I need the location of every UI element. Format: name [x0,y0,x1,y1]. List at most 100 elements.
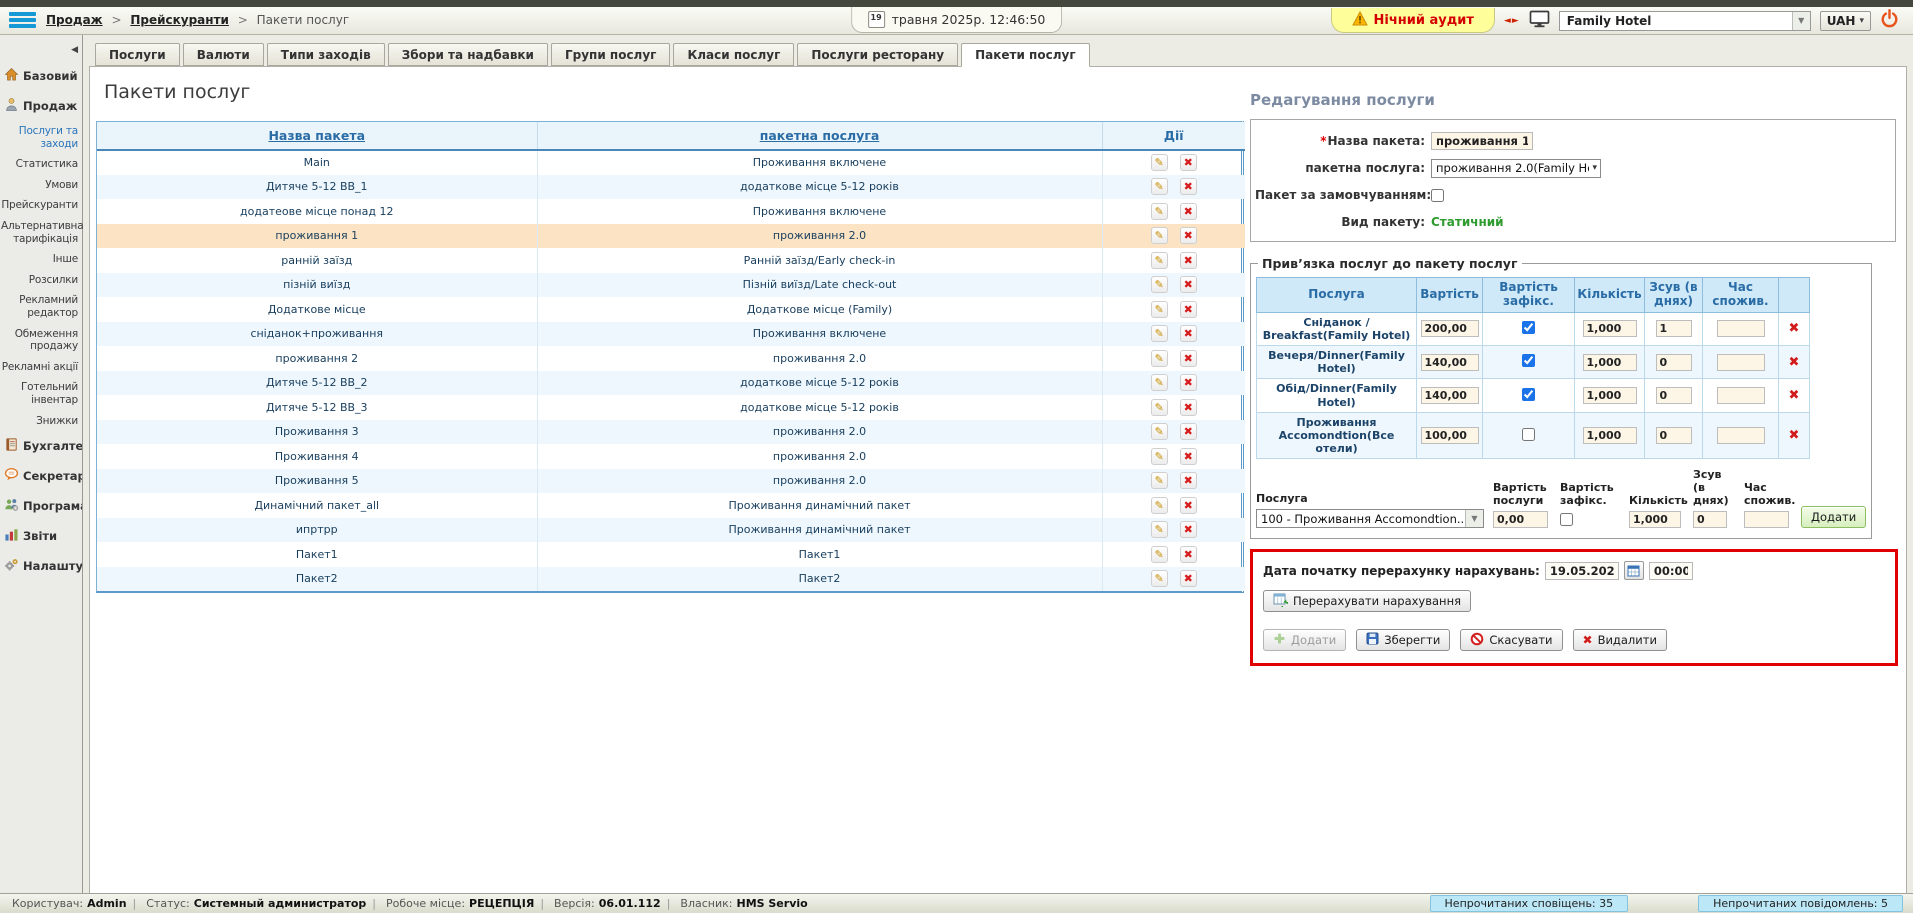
table-row[interactable]: Додаткове місцеДодаткове місце (Family)✎… [97,297,1245,322]
delete-icon[interactable]: ✖ [1789,388,1800,403]
delete-icon[interactable]: ✖ [1180,570,1197,587]
qty-input[interactable] [1583,354,1637,371]
tab-Збори та надбавки[interactable]: Збори та надбавки [388,43,548,66]
sidebar-sub-item[interactable]: Рекламні акції [0,357,82,378]
save-button[interactable]: Зберегти [1356,629,1450,651]
tab-Послуги ресторану[interactable]: Послуги ресторану [797,43,958,66]
time-input[interactable] [1717,354,1765,371]
price-input[interactable] [1421,427,1479,444]
edit-icon[interactable]: ✎ [1151,448,1168,465]
package-service-select[interactable]: проживання 2.0(Family Hotel) ▾ [1431,159,1601,178]
edit-icon[interactable]: ✎ [1151,399,1168,416]
delete-icon[interactable]: ✖ [1180,154,1197,171]
time-input[interactable] [1717,427,1765,444]
sidebar-sub-item[interactable]: Послуги та заходи [0,121,82,154]
edit-icon[interactable]: ✎ [1151,178,1168,195]
tab-Класи послуг[interactable]: Класи послуг [673,43,794,66]
delete-icon[interactable]: ✖ [1180,521,1197,538]
sidebar-group-item[interactable]: Продаж [0,91,82,121]
add-service-select[interactable]: 100 - Проживання Accomondtion... ▼ [1256,509,1484,528]
resize-arrows-icon[interactable]: ◄► [1504,16,1520,26]
tab-Валюти[interactable]: Валюти [183,43,264,66]
sidebar-sub-item[interactable]: Готельний інвентар [0,377,82,410]
edit-icon[interactable]: ✎ [1151,374,1168,391]
edit-icon[interactable]: ✎ [1151,350,1168,367]
tab-Типи заходів[interactable]: Типи заходів [267,43,385,66]
date-time-display[interactable]: 19 травня 2025р. 12:46:50 [851,7,1063,33]
hotel-select[interactable]: Family Hotel ▼ [1559,11,1811,31]
delete-icon[interactable]: ✖ [1180,227,1197,244]
edit-icon[interactable]: ✎ [1151,546,1168,563]
delete-icon[interactable]: ✖ [1180,497,1197,514]
sidebar-group-item[interactable]: Звіти [0,521,82,551]
add-shift-input[interactable] [1693,511,1727,528]
fixed-checkbox[interactable] [1522,354,1535,367]
tab-Послуги[interactable]: Послуги [95,43,180,66]
unread-notifications-badge[interactable]: Непрочитаних сповіщень: 35 [1430,895,1629,912]
delete-icon[interactable]: ✖ [1789,355,1800,370]
recalc-time-input[interactable] [1649,562,1693,580]
table-row[interactable]: проживання 2проживання 2.0✎✖ [97,346,1245,371]
delete-icon[interactable]: ✖ [1180,276,1197,293]
currency-select[interactable]: UAH ▾ [1820,11,1871,31]
qty-input[interactable] [1583,320,1637,337]
shift-input[interactable] [1656,427,1692,444]
add-package-button[interactable]: Додати [1263,629,1346,651]
sidebar-sub-item[interactable]: Розсилки [0,270,82,291]
add-service-button[interactable]: Додати [1801,506,1866,528]
shift-input[interactable] [1656,320,1692,337]
add-price-input[interactable] [1493,511,1548,528]
edit-icon[interactable]: ✎ [1151,276,1168,293]
edit-icon[interactable]: ✎ [1151,154,1168,171]
table-row[interactable]: ипртррПроживання динамічний пакет✎✖ [97,518,1245,543]
time-input[interactable] [1717,320,1765,337]
delete-icon[interactable]: ✖ [1180,374,1197,391]
qty-input[interactable] [1583,427,1637,444]
price-input[interactable] [1421,387,1479,404]
default-package-checkbox[interactable] [1431,189,1444,202]
table-row[interactable]: Проживання 4проживання 2.0✎✖ [97,444,1245,469]
table-row[interactable]: Проживання 5проживання 2.0✎✖ [97,469,1245,494]
sidebar-sub-item[interactable]: Статистика [0,154,82,175]
power-icon[interactable] [1880,9,1899,32]
qty-input[interactable] [1583,387,1637,404]
table-row[interactable]: MainПроживання включене✎✖ [97,150,1245,175]
table-row[interactable]: Проживання 3проживання 2.0✎✖ [97,420,1245,445]
add-fixed-checkbox[interactable] [1560,513,1573,526]
sidebar-sub-item[interactable]: Умови [0,175,82,196]
delete-icon[interactable]: ✖ [1180,325,1197,342]
recalc-date-input[interactable] [1545,562,1619,580]
sidebar-group-item[interactable]: Базовий [0,61,82,91]
fixed-checkbox[interactable] [1522,388,1535,401]
sidebar-group-item[interactable]: Секретар [0,461,82,491]
edit-icon[interactable]: ✎ [1151,570,1168,587]
edit-icon[interactable]: ✎ [1151,252,1168,269]
table-row[interactable]: додатеове місце понад 12Проживання включ… [97,199,1245,224]
calendar-picker-button[interactable] [1624,561,1644,580]
delete-icon[interactable]: ✖ [1180,423,1197,440]
edit-icon[interactable]: ✎ [1151,521,1168,538]
package-name-input[interactable] [1431,132,1533,150]
edit-icon[interactable]: ✎ [1151,325,1168,342]
table-row[interactable]: проживання 1проживання 2.0✎✖ [97,224,1245,249]
table-row[interactable]: Пакет1Пакет1✎✖ [97,542,1245,567]
sidebar-sub-item[interactable]: Альтернативна тарифікація [0,216,82,249]
add-qty-input[interactable] [1629,511,1681,528]
sidebar-sub-item[interactable]: Інше [0,249,82,270]
edit-icon[interactable]: ✎ [1151,227,1168,244]
table-row[interactable]: Дитяче 5-12 BB_1додаткове місце 5-12 рок… [97,175,1245,200]
sidebar-collapse-icon[interactable]: ◀ [71,45,78,55]
table-row[interactable]: Дитяче 5-12 BB_2додаткове місце 5-12 рок… [97,371,1245,396]
sidebar-group-item[interactable]: Налаштуван [0,551,82,581]
edit-icon[interactable]: ✎ [1151,472,1168,489]
add-time-input[interactable] [1744,511,1789,528]
table-row[interactable]: пізній виїздПізній виїзд/Late check-out✎… [97,273,1245,298]
table-row[interactable]: Пакет2Пакет2✎✖ [97,567,1245,592]
delete-icon[interactable]: ✖ [1180,178,1197,195]
edit-icon[interactable]: ✎ [1151,423,1168,440]
table-row[interactable]: Динамічний пакет_allПроживання динамічни… [97,493,1245,518]
recalculate-button[interactable]: Перерахувати нарахування [1263,590,1471,612]
column-header[interactable]: Назва пакета [97,122,537,150]
workstation-monitor-icon[interactable] [1529,10,1550,32]
tab-Пакети послуг[interactable]: Пакети послуг [961,43,1090,67]
